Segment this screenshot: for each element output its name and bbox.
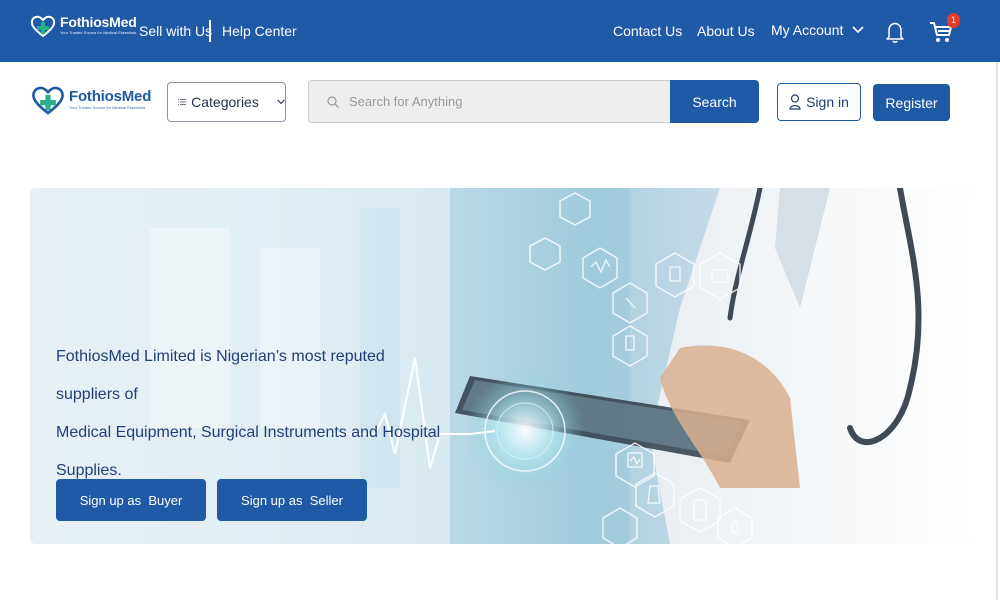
- sign-up-buyer-button[interactable]: Sign up as Buyer: [56, 479, 206, 521]
- divider: [209, 20, 211, 42]
- logo-tagline: Your Trusted Source for Medical Essentia…: [69, 105, 146, 110]
- contact-us-link[interactable]: Contact Us: [613, 22, 682, 40]
- cart-count-badge: 1: [947, 13, 960, 28]
- sell-with-us-link[interactable]: Sell with Us: [139, 22, 212, 40]
- logo-name: FothiosMed: [69, 88, 152, 105]
- user-icon: [789, 94, 801, 110]
- hero-banner: FothiosMed Limited is Nigerian’s most re…: [30, 188, 970, 544]
- help-center-link[interactable]: Help Center: [222, 22, 297, 40]
- categories-dropdown[interactable]: Categories: [167, 82, 286, 122]
- about-us-link[interactable]: About Us: [697, 22, 755, 40]
- hero-headline: FothiosMed Limited is Nigerian’s most re…: [56, 338, 446, 490]
- search-field[interactable]: [308, 80, 670, 123]
- search-bar: Search: [308, 80, 759, 123]
- sign-up-seller-button[interactable]: Sign up as Seller: [217, 479, 367, 521]
- register-button[interactable]: Register: [873, 84, 950, 121]
- sign-in-label: Sign in: [806, 94, 849, 110]
- list-icon: [178, 98, 187, 106]
- hero-headline-line: FothiosMed Limited is Nigerian’s most re…: [56, 348, 385, 403]
- header-logo[interactable]: FothiosMed Your Trusted Source for Medic…: [30, 14, 137, 38]
- chevron-down-icon: [277, 99, 285, 105]
- heart-cross-logo-icon: [30, 15, 56, 38]
- categories-label: Categories: [191, 94, 259, 110]
- heart-cross-logo-icon: [32, 86, 64, 115]
- logo-name: FothiosMed: [60, 14, 137, 30]
- search-button[interactable]: Search: [670, 80, 759, 123]
- search-icon: [327, 95, 339, 108]
- main-logo[interactable]: FothiosMed Your Trusted Source for Medic…: [31, 84, 151, 116]
- hero-headline-line: Medical Equipment, Surgical Instruments …: [56, 424, 441, 441]
- sign-in-button[interactable]: Sign in: [777, 83, 861, 121]
- logo-tagline: Your Trusted Source for Medical Essentia…: [60, 30, 137, 35]
- my-account-menu[interactable]: My Account: [771, 22, 864, 38]
- search-input[interactable]: [349, 94, 649, 109]
- my-account-label: My Account: [771, 22, 844, 38]
- chevron-down-icon: [852, 26, 864, 34]
- top-bar: FothiosMed Your Trusted Source for Medic…: [0, 0, 1000, 62]
- bell-icon[interactable]: [885, 20, 905, 44]
- page-edge: [996, 62, 998, 600]
